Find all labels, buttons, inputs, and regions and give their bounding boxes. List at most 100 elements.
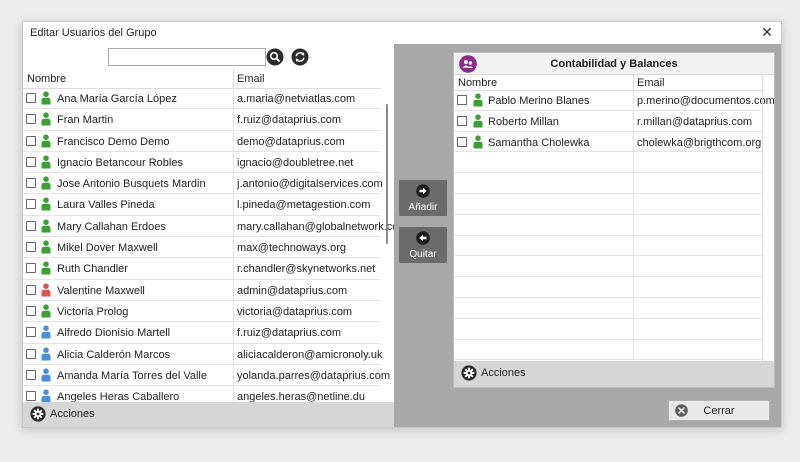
row-checkbox[interactable] <box>457 115 467 126</box>
table-row[interactable]: Mikel Dover Maxwell max@technoways.org <box>23 237 381 259</box>
available-users-grid: Nombre Email Ana María García López a.mar… <box>23 69 394 402</box>
user-email: p.merino@documentos.com <box>637 95 774 107</box>
left-actions-bar[interactable]: Acciones <box>23 402 394 427</box>
row-checkbox[interactable] <box>26 156 36 167</box>
search-row <box>23 44 394 69</box>
row-checkbox[interactable] <box>26 369 36 380</box>
row-checkbox[interactable] <box>26 220 36 231</box>
user-name: Ruth Chandler <box>57 263 128 276</box>
table-row[interactable]: Francisco Demo Demo demo@dataprius.com <box>23 130 381 152</box>
empty-row <box>454 214 762 236</box>
user-name: Ignacio Betancour Robles <box>57 156 183 169</box>
column-separator <box>633 152 634 173</box>
add-label: Añadir <box>408 202 438 213</box>
close-button[interactable]: Cerrar <box>668 400 770 421</box>
transfer-buttons-area: Añadir Quitar <box>394 44 452 427</box>
row-checkbox[interactable] <box>26 114 36 125</box>
user-email: ignacio@doubletree.net <box>237 156 354 169</box>
table-row[interactable]: Mary Callahan Erdoes mary.callahan@global… <box>23 215 394 238</box>
row-checkbox[interactable] <box>26 305 36 316</box>
remove-button[interactable]: Quitar <box>399 227 447 263</box>
table-row[interactable]: Ruth Chandler r.chandler@skynetworks.net <box>23 258 381 280</box>
column-separator <box>233 300 234 322</box>
user-name: Laura Valles Pineda <box>57 199 155 212</box>
gear-icon[interactable] <box>461 365 477 381</box>
row-checkbox[interactable] <box>26 135 36 146</box>
table-row[interactable]: Pablo Merino Blanes p.merino@documentos.c… <box>454 90 774 111</box>
column-separator <box>233 237 234 258</box>
row-checkbox[interactable] <box>457 95 467 105</box>
close-icon[interactable]: ✕ <box>759 24 775 40</box>
refresh-icon[interactable] <box>291 48 309 66</box>
row-checkbox[interactable] <box>26 284 36 295</box>
actions-label: Acciones <box>50 408 95 420</box>
row-checkbox[interactable] <box>26 263 36 274</box>
column-header-name[interactable]: Nombre <box>458 77 497 89</box>
column-header-email[interactable]: Email <box>637 77 665 89</box>
column-separator <box>633 318 634 339</box>
user-icon <box>41 304 51 318</box>
row-checkbox[interactable] <box>26 348 36 359</box>
row-checkbox[interactable] <box>26 178 36 189</box>
row-checkbox[interactable] <box>26 93 36 103</box>
table-row[interactable]: Roberto Millan r.millan@dataprius.com <box>454 110 762 132</box>
user-email: admin@dataprius.com <box>237 284 348 297</box>
close-label: Cerrar <box>703 405 735 417</box>
user-name: Alfredo Dionisio Martell <box>57 327 171 340</box>
user-name: Alicia Calderón Marcos <box>57 348 171 361</box>
column-separator <box>633 297 634 318</box>
user-icon <box>41 261 51 275</box>
table-row[interactable]: Ignacio Betancour Robles ignacio@doubletr… <box>23 151 381 174</box>
table-row[interactable]: Jose Antonio Busquets Mardin j.antonio@di… <box>23 173 383 195</box>
column-separator <box>233 258 234 279</box>
user-name: Amanda María Torres del Valle <box>57 369 207 382</box>
table-row[interactable]: Fran Martin f.ruiz@dataprius.com <box>23 109 381 131</box>
user-email: l.pineda@metagestion.com <box>237 199 371 212</box>
column-separator <box>633 235 634 256</box>
user-icon <box>41 283 51 297</box>
table-row[interactable]: Amanda María Torres del Valle yolanda.par… <box>23 364 390 387</box>
vertical-scrollbar[interactable] <box>386 104 388 244</box>
user-email: f.ruiz@dataprius.com <box>237 114 342 127</box>
table-row[interactable]: Alicia Calderón Marcos aliciacalderon@ami… <box>23 343 382 365</box>
row-checkbox[interactable] <box>26 242 36 253</box>
user-icon <box>41 389 51 402</box>
search-icon[interactable] <box>266 48 284 66</box>
user-icon <box>41 176 51 190</box>
table-row[interactable]: Laura Valles Pineda l.pineda@metagestion.… <box>23 194 381 216</box>
gear-icon[interactable] <box>30 406 46 422</box>
user-email: angeles.heras@netline.du <box>237 391 365 402</box>
table-row[interactable]: Valentine Maxwell admin@dataprius.com <box>23 279 381 301</box>
column-separator <box>233 130 234 151</box>
column-header-email[interactable]: Email <box>237 73 265 85</box>
user-icon <box>41 346 51 361</box>
user-email: max@technoways.org <box>237 242 346 255</box>
column-separator <box>633 75 634 90</box>
add-button[interactable]: Añadir <box>399 180 447 216</box>
column-separator <box>233 69 234 88</box>
search-input[interactable] <box>108 48 266 66</box>
empty-row <box>454 173 762 194</box>
row-checkbox[interactable] <box>457 136 467 147</box>
group-header: Contabilidad y Balances <box>454 53 774 75</box>
row-checkbox[interactable] <box>26 391 36 402</box>
row-checkbox[interactable] <box>26 327 36 338</box>
user-icon <box>41 112 51 126</box>
user-name: Victoria Prolog <box>57 305 129 318</box>
column-separator <box>633 110 634 131</box>
right-actions-bar[interactable]: Acciones <box>454 361 774 387</box>
grid-header: Nombre Email <box>454 75 762 91</box>
column-separator <box>633 131 634 152</box>
row-checkbox[interactable] <box>26 199 36 210</box>
column-separator <box>233 279 234 300</box>
column-header-name[interactable]: Nombre <box>27 73 66 85</box>
table-row[interactable]: Angeles Heras Caballero angeles.heras@net… <box>23 386 381 402</box>
group-members-grid: Nombre Email Pablo Merino Blanes p.merino… <box>454 75 774 361</box>
user-name: Samantha Cholewka <box>488 136 590 149</box>
user-name: Mikel Dover Maxwell <box>57 242 158 255</box>
table-row[interactable]: Victoria Prolog victoria@dataprius.com <box>23 300 381 323</box>
table-row[interactable]: Samantha Cholewka cholewka@brigthcom.org <box>454 131 762 153</box>
table-row[interactable]: Ana María García López a.maria@netviatlas… <box>23 88 381 110</box>
table-row[interactable]: Alfredo Dionisio Martell f.ruiz@dataprius… <box>23 322 381 344</box>
user-icon <box>41 133 51 148</box>
